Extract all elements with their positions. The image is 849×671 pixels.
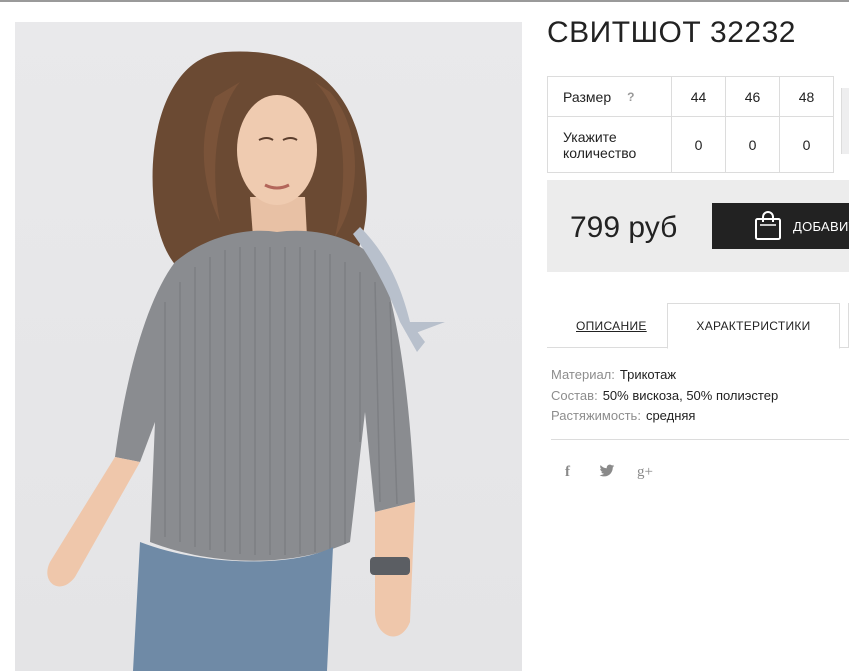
shopping-bag-icon [754, 211, 782, 246]
quantity-label-line2: количество [563, 144, 637, 161]
product-thumbnail[interactable] [841, 88, 849, 154]
characteristic-value: средняя [645, 408, 696, 423]
size-label-cell: Размер ? [547, 76, 672, 117]
quantity-label-line1: Укажите [563, 128, 617, 145]
price-box: 799 руб ДОБАВИТЬ [547, 180, 849, 272]
product-photo[interactable] [15, 22, 522, 671]
add-to-cart-button[interactable]: ДОБАВИТЬ [712, 203, 849, 249]
quantity-input-48[interactable]: 0 [779, 116, 834, 173]
tab-description[interactable]: ОПИСАНИЕ [576, 319, 647, 333]
size-quantity-table: Размер ? 44 46 48 Укажите количество 0 0… [547, 76, 834, 173]
quantity-input-46[interactable]: 0 [725, 116, 780, 173]
product-price: 799 руб [570, 211, 678, 244]
tab-characteristics[interactable]: ХАРАКТЕРИСТИКИ [667, 303, 840, 349]
characteristic-row: Растяжимость: средняя [551, 406, 778, 427]
quantity-input-44[interactable]: 0 [671, 116, 726, 173]
characteristic-row: Материал: Трикотаж [551, 365, 778, 386]
twitter-icon[interactable] [599, 464, 615, 483]
size-option-46: 46 [725, 76, 780, 117]
size-option-44: 44 [671, 76, 726, 117]
size-option-48: 48 [779, 76, 834, 117]
size-help-icon[interactable]: ? [627, 90, 634, 104]
characteristic-key: Растяжимость: [551, 408, 641, 423]
characteristic-value: 50% вискоза, 50% полиэстер [602, 387, 779, 403]
characteristic-value: Трикотаж [619, 367, 677, 382]
googleplus-icon[interactable]: g+ [637, 464, 653, 481]
characteristic-row: Состав: 50% вискоза, 50% полиэстер [551, 386, 778, 407]
model-illustration [47, 51, 445, 671]
size-label: Размер [563, 88, 612, 105]
facebook-icon[interactable]: f [565, 464, 570, 481]
size-row: Размер ? 44 46 48 [547, 76, 834, 117]
characteristic-key: Материал: [551, 367, 615, 382]
characteristic-key: Состав: [551, 387, 598, 403]
product-title: СВИТШОТ 32232 [547, 16, 796, 49]
section-divider [551, 439, 849, 440]
quantity-label-cell: Укажите количество [547, 116, 672, 173]
top-border [0, 0, 849, 2]
add-to-cart-label: ДОБАВИТЬ [793, 219, 849, 234]
product-tabs: ОПИСАНИЕ ХАРАКТЕРИСТИКИ [547, 303, 849, 349]
characteristics-list: Материал: Трикотаж Состав: 50% вискоза, 50… [551, 365, 778, 427]
quantity-row: Укажите количество 0 0 0 [547, 116, 834, 173]
